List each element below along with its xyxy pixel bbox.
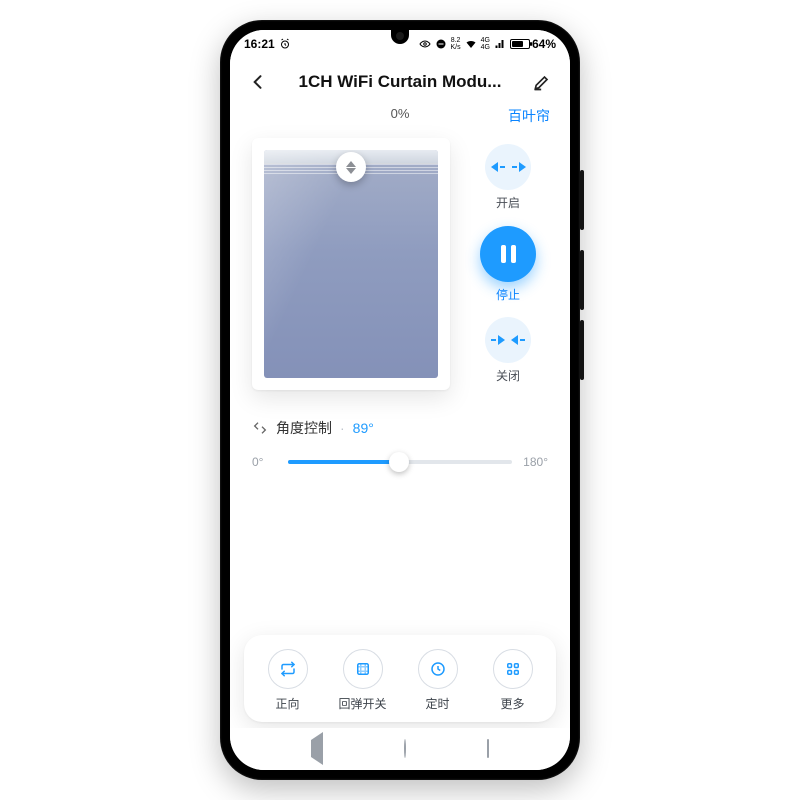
screen: 16:21 8.2 K/s: [230, 30, 570, 770]
signal-icon: [494, 38, 506, 50]
nav-home[interactable]: [404, 740, 406, 758]
android-nav-bar: [230, 728, 570, 770]
loop-icon: [268, 649, 308, 689]
angle-min: 0°: [252, 455, 278, 469]
stop-control[interactable]: 停止: [480, 226, 536, 303]
phone-frame: 16:21 8.2 K/s: [220, 20, 580, 780]
edit-button[interactable]: [528, 68, 556, 96]
battery-percent: 64%: [532, 37, 556, 51]
bottom-actions: 正向 回弹开关 定时: [244, 635, 556, 722]
action-direction[interactable]: 正向: [254, 649, 322, 712]
angle-slider[interactable]: [288, 452, 512, 472]
close-icon: [485, 317, 531, 363]
status-time: 16:21: [244, 37, 275, 51]
network-speed: 8.2 K/s: [451, 37, 461, 51]
angle-section: 角度控制 · 89° 0° 180°: [230, 404, 570, 482]
curtain-type-link[interactable]: 百叶帘: [508, 106, 550, 126]
wifi-icon: [465, 38, 477, 50]
back-button[interactable]: [244, 68, 272, 96]
action-more[interactable]: 更多: [479, 649, 547, 712]
content-area: 0% 百叶帘: [230, 106, 570, 728]
action-timer[interactable]: 定时: [404, 649, 472, 712]
dnd-icon: [435, 38, 447, 50]
network-type: 4G 4G: [481, 37, 490, 51]
position-percent: 0%: [391, 106, 410, 121]
phone-notch: [391, 26, 409, 44]
alarm-icon: [279, 38, 291, 50]
curtain-drag-handle[interactable]: [336, 152, 366, 182]
close-control[interactable]: 关闭: [485, 317, 531, 384]
pause-icon: [480, 226, 536, 282]
grid-square-icon: [343, 649, 383, 689]
nav-back[interactable]: [311, 740, 323, 758]
page-title: 1CH WiFi Curtain Modu...: [299, 72, 502, 92]
curtain-preview: [252, 138, 450, 390]
angle-max: 180°: [522, 455, 548, 469]
clock-icon: [418, 649, 458, 689]
action-rebound[interactable]: 回弹开关: [329, 649, 397, 712]
open-control[interactable]: 开启: [485, 144, 531, 211]
slider-thumb[interactable]: [389, 452, 409, 472]
grid-dots-icon: [493, 649, 533, 689]
angle-icon: [252, 420, 268, 436]
battery-indicator: 64%: [510, 37, 556, 51]
curtain-readout: 0% 百叶帘: [230, 106, 570, 132]
angle-value: 89°: [353, 420, 374, 436]
angle-label: 角度控制: [276, 418, 332, 438]
nav-recent[interactable]: [487, 740, 489, 758]
app-header: 1CH WiFi Curtain Modu...: [230, 58, 570, 106]
eye-icon: [419, 38, 431, 50]
open-icon: [485, 144, 531, 190]
